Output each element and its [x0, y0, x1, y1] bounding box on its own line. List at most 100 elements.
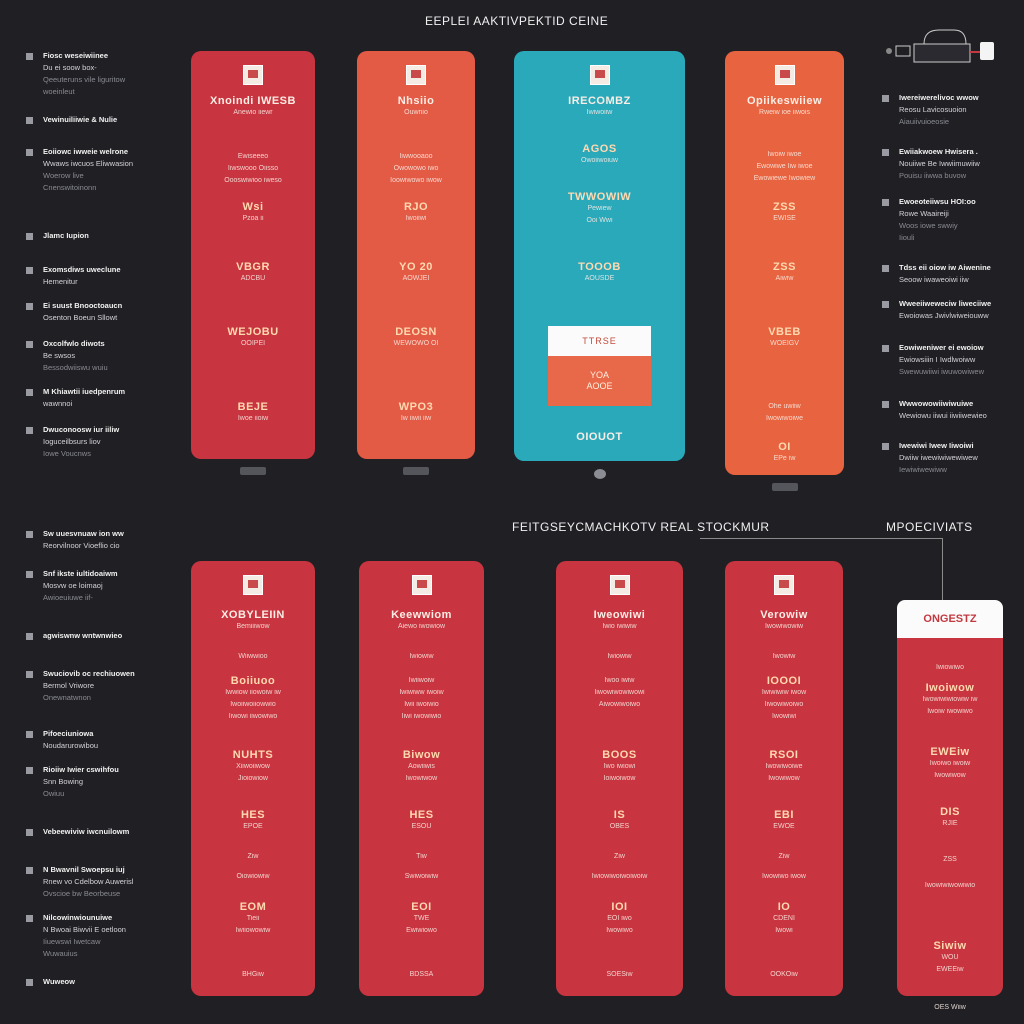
card-title-text: Iweowiwi — [593, 609, 646, 621]
doc-icon — [882, 95, 889, 102]
card-block-line: Ziw — [778, 853, 790, 860]
sidebar-item-line: Sw uuesvnuaw ion ww — [43, 529, 124, 538]
sidebar-item[interactable]: Oxcolfwlo diwots Be swsos Bessodwiiswu wui… — [26, 338, 176, 374]
doc-icon — [26, 303, 33, 310]
sidebar-item[interactable]: M Khiawtii iuedpenrum wawnnoi — [26, 386, 176, 410]
plan-card[interactable]: Xnoindi IWESB Anewio iiewr Ewiseeeo Iiwswoo… — [191, 51, 315, 459]
plan-card[interactable]: XOBYLEIIN Bemiiiwow Wiiwwioo Boiiuoo Iwwiow … — [191, 561, 315, 996]
sidebar-item-text: Tdss eii oiow iw Aiwenine Seoow iwaweoiwi… — [899, 262, 991, 286]
sidebar-item[interactable]: Wwwowowiiwiwuiwe Wewiowu iiwui iiwiiwewie… — [882, 398, 1024, 422]
sidebar-item-text: Iwewiwi Iwew Iiwoiwi Dwiiw iwewiwiwewiwew… — [899, 440, 978, 476]
card-block-line: Xiiwoiiwow — [236, 763, 270, 770]
doc-icon — [26, 427, 33, 434]
sidebar-item[interactable]: Ewoeoteiiwsu HOI:oo Rowe Waaireiji Woos io… — [882, 196, 1024, 244]
card-block-line: IO — [777, 901, 791, 913]
sidebar-item[interactable]: Jlamc Iupion — [26, 230, 176, 242]
card-block-line: AOUSDE — [584, 275, 615, 282]
sidebar-item-text: agwiswnw wntwnwieo — [43, 630, 122, 642]
sidebar-item-line: N Bwavnil Swoepsu iuj — [43, 865, 125, 874]
doc-icon — [882, 345, 889, 352]
card-block-line: Jioiowiow — [238, 775, 268, 782]
sidebar-item[interactable]: agwiswnw wntwnwieo — [26, 630, 176, 642]
sidebar-item[interactable]: Wweeiiweweciw liweciiwe Ewoiowas Jwivlwiw… — [882, 298, 1024, 322]
sidebar-item-text: Jlamc Iupion — [43, 230, 89, 242]
card-block-line: Pewiew — [587, 205, 612, 212]
card-block-line: AGOS — [582, 143, 617, 155]
plan-card[interactable]: Nhsiio Ouwnio Iiwwooaoo Owowowo iwo Ioowiwow… — [357, 51, 475, 459]
sidebar-item[interactable]: Exomsdiws uweclune Hemenitur — [26, 264, 176, 288]
card-block-line: Iwowiwow — [768, 775, 800, 782]
doc-icon — [882, 301, 889, 308]
plan-card[interactable]: Opiikeswiiew Rweiw ioe iiwois Iwoiw iwoe Ew… — [725, 51, 844, 475]
sidebar-item[interactable]: Nilcowinwiounuiwe N Bwoai Biwvii E oetloo… — [26, 912, 176, 960]
sidebar-item[interactable]: Eowiweniwer ei ewoiow Ewiowsiiin I Iwdlwo… — [882, 342, 1024, 378]
card-block: Wiiwwioo — [191, 651, 315, 663]
sidebar-item[interactable]: Vebeewiviw iwcnuilowm — [26, 826, 176, 838]
card-title: IRECOMBZ Iwiwoiiw — [514, 95, 685, 119]
card-block-line: Iwoe iioiw — [237, 415, 269, 422]
card-block: ZSS Aiwiw — [725, 261, 844, 285]
plan-card[interactable]: Verowiw Iwowiwowiw Iwowiw IOOOI Iwiwiwiw iwo… — [725, 561, 843, 996]
sidebar-item-text: Exomsdiws uweclune Hemenitur — [43, 264, 121, 288]
sidebar-item[interactable]: Pifoeciuniowa Noudarurowibou — [26, 728, 176, 752]
sidebar-item-text: Rioiiw Iwier cswihfou Snn Bowing Owiuu — [43, 764, 119, 800]
card-block-line: Iwowi — [775, 927, 793, 934]
card-block: OES Wiiw — [897, 1002, 1003, 1014]
doc-icon — [26, 731, 33, 738]
card-block: Iwowiwiwowiwio — [897, 880, 1003, 892]
card-block: HES ESOU — [359, 809, 484, 833]
card-block-line: Iwoiw iwoe — [767, 151, 802, 158]
card-block: RJO Iwoiiwi — [357, 201, 475, 225]
sidebar-item[interactable]: Sw uuesvnuaw ion ww Reorvilnoor Vioeflio … — [26, 528, 176, 552]
sidebar-item-line: Bessodwiiswu wuiu — [43, 363, 108, 372]
sidebar-item[interactable]: Fiosc weseiwiinee Du ei soow box- Qeeuteru… — [26, 50, 176, 98]
plan-card[interactable]: IRECOMBZ Iwiwoiiw AGOS Owoiiwoiuw TWWOWIW Pew… — [514, 51, 685, 461]
sidebar-item[interactable]: N Bwavnil Swoepsu iuj Rnew vo Cdelbow Auw… — [26, 864, 176, 900]
sidebar-item[interactable]: Dwuconoosw iur iiliw Ioguceilbsurs liov Io… — [26, 424, 176, 460]
sidebar-item[interactable]: Eoiiowc iwweie welrone Wwaws iwcuos Eliww… — [26, 146, 176, 194]
sidebar-item-line: Ewoeoteiiwsu HOI:oo — [899, 197, 976, 206]
sidebar-item[interactable]: Rioiiw Iwier cswihfou Snn Bowing Owiuu — [26, 764, 176, 800]
sidebar-item[interactable]: Iwereiwerelivoc wwow Reosu Lavicosuoion Ai… — [882, 92, 1024, 128]
sidebar-item-line: Be swsos — [43, 351, 76, 360]
plan-card[interactable]: Keewwiom Aiewo iwowiow Iwiowiw Iwiiwoiw Iwiw… — [359, 561, 484, 996]
sidebar-item-text: Eoiiowc iwweie welrone Wwaws iwcuos Eliww… — [43, 146, 133, 194]
sidebar-item[interactable]: Wuweow — [26, 976, 176, 988]
sidebar-item[interactable]: Tdss eii oiow iw Aiwenine Seoow iwaweoiwi… — [882, 262, 1024, 286]
card-logo-icon — [243, 575, 263, 595]
card-block-line: TWWOWIW — [567, 191, 632, 203]
card-base-tab — [240, 467, 266, 475]
sidebar-item-line: Osenton Boeun Sllowt — [43, 313, 118, 322]
sidebar-item[interactable]: Ewiiakwoew Hwisera . Nouiiwe Be Iwwiimuwi… — [882, 146, 1024, 182]
sidebar-item-line: Jlamc Iupion — [43, 231, 89, 240]
doc-icon — [26, 671, 33, 678]
card-block-line: EPe iw — [773, 455, 796, 462]
card-block-line: Iwoiiwoiiowwio — [230, 701, 276, 708]
sidebar-item[interactable]: Iwewiwi Iwew Iiwoiwi Dwiiw iwewiwiwewiwew… — [882, 440, 1024, 476]
card-block: AGOS Owoiiwoiuw — [514, 143, 685, 167]
sidebar-item[interactable]: Swuciovib oc rechiuowen Bermol Vriwore One… — [26, 668, 176, 704]
card-title: XOBYLEIIN Bemiiiwow — [191, 609, 315, 633]
sidebar-item-line: Iiuewswi Iwetcaw — [43, 937, 101, 946]
sidebar-item-line: Nilcowinwiounuiwe — [43, 913, 113, 922]
sidebar-item[interactable]: Snf ikste iultidoaiwm Mosvw oe loimaoj Awi… — [26, 568, 176, 604]
sidebar-item-line: Onewnatwnon — [43, 693, 91, 702]
card-block: BHGiw — [191, 969, 315, 981]
card-block: EWEiw Iwoiwo iwoiw Iwowiwow — [897, 746, 1003, 782]
sidebar-item-line: Woerow live — [43, 171, 84, 180]
sidebar-item[interactable]: Ei suust Bnooctoaucn Osenton Boeun Sllowt — [26, 300, 176, 324]
card-logo-icon — [774, 65, 795, 85]
card-block-line: Iiwowiwoiwo — [764, 701, 804, 708]
card-block-line: Wiiwwioo — [238, 653, 268, 660]
card-logo-icon — [411, 575, 432, 595]
sidebar-item-line: Aiauiivuioeosie — [899, 117, 950, 126]
plan-card[interactable]: Iweowiwi Iwio iwiwiw Iwiowiw Iwoo iwiw Iiwow… — [556, 561, 683, 996]
plan-card[interactable]: ONGESTZ Iwiowiwo Iwoiwow Iwowiwiwiowiw iw Iw… — [897, 600, 1003, 1011]
sidebar-item-line: Vewinuiliiwie & Nulie — [43, 115, 118, 124]
sidebar-item[interactable]: Vewinuiliiwie & Nulie — [26, 114, 176, 126]
card-block-line: CDENI — [773, 915, 795, 922]
sidebar-item-line: Wuwauius — [43, 949, 78, 958]
sidebar-item-text: Ewiiakwoew Hwisera . Nouiiwe Be Iwwiimuwi… — [899, 146, 980, 182]
card-block-line: EBI — [774, 809, 794, 821]
sidebar-item-line: Noudarurowibou — [43, 741, 99, 750]
